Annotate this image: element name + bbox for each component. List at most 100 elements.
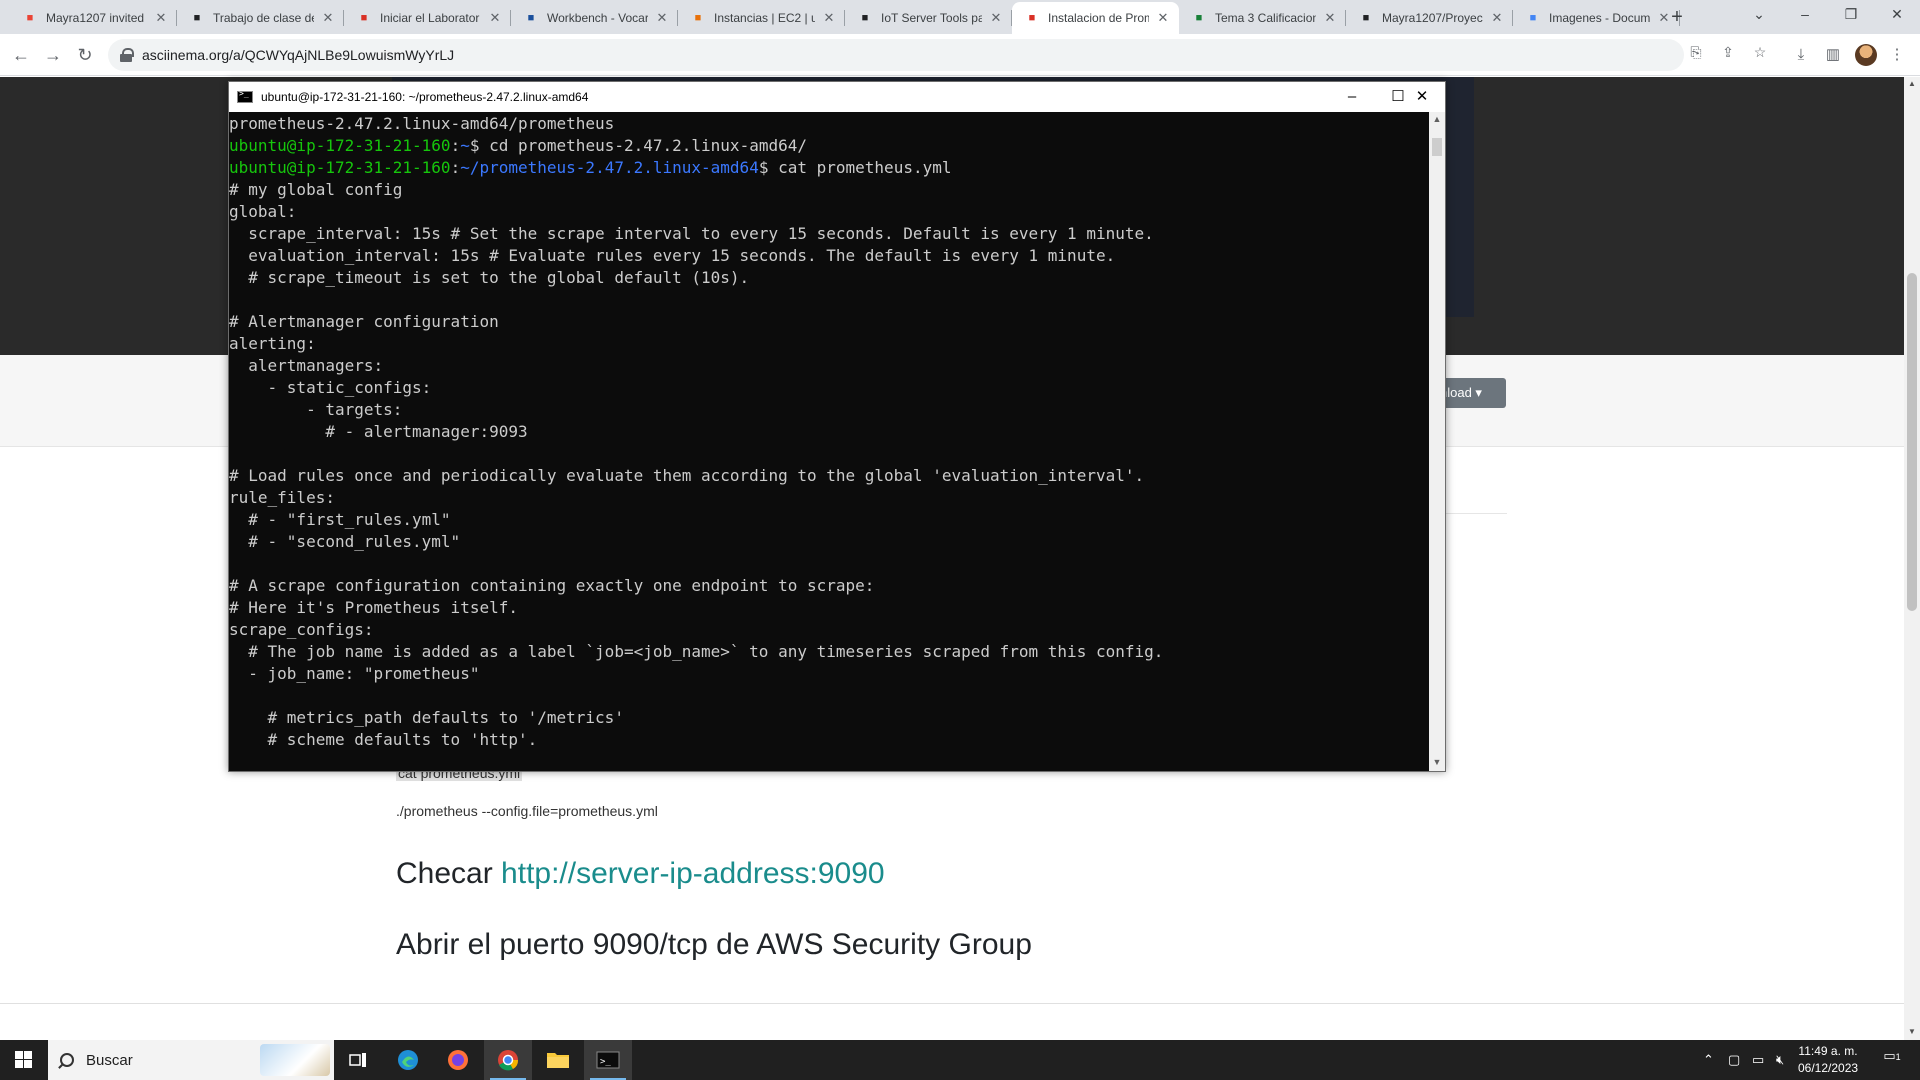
translate-icon[interactable]: ⎘ (1686, 42, 1706, 62)
search-icon (60, 1053, 74, 1067)
tab-close-icon[interactable]: ✕ (988, 10, 1004, 26)
back-icon[interactable]: ← (8, 42, 34, 68)
address-bar[interactable]: asciinema.org/a/QCWYqAjNLBe9LowuismWyYrL… (108, 39, 1684, 71)
terminal-scroll-down-icon[interactable]: ▼ (1429, 757, 1445, 767)
terminal-title: ubuntu@ip-172-31-21-160: ~/prometheus-2.… (261, 90, 589, 104)
terminal-line: # - "second_rules.yml" (229, 532, 461, 551)
share-icon[interactable]: ⇪ (1718, 42, 1738, 62)
terminal-minimize-button[interactable]: – (1329, 82, 1375, 112)
start-quad-icon (15, 1051, 23, 1059)
side-panel-icon[interactable]: ▥ (1822, 44, 1844, 66)
browser-tab[interactable]: ■ Workbench - Vocar ✕ (511, 2, 678, 34)
terminal-line: ubuntu@ip-172-31-21-160:~$ cd prometheus… (229, 135, 1429, 157)
tab-close-icon[interactable]: ✕ (153, 10, 169, 26)
classroom-icon: ■ (861, 12, 869, 24)
server-link[interactable]: http://server-ip-address:9090 (501, 857, 885, 890)
scroll-up-icon[interactable]: ▲ (1907, 79, 1917, 88)
menu-icon[interactable]: ⋮ (1886, 44, 1908, 66)
bookmark-star-icon[interactable]: ☆ (1750, 42, 1770, 62)
browser-tab[interactable]: ■ Mayra1207/Proyec ✕ (1346, 2, 1513, 34)
forward-icon[interactable]: → (40, 42, 66, 68)
task-view-icon[interactable] (334, 1040, 382, 1080)
restore-button[interactable]: ❐ (1828, 0, 1874, 30)
terminal-line: # - alertmanager:9093 (229, 422, 528, 441)
edge-icon[interactable] (384, 1040, 432, 1080)
terminal-line: # Alertmanager configuration (229, 312, 499, 331)
tab-close-icon[interactable]: ✕ (821, 10, 837, 26)
tab-close-icon[interactable]: ✕ (320, 10, 336, 26)
browser-tab[interactable]: ■ Iniciar el Laborator ✕ (344, 2, 511, 34)
prompt-colon: : (450, 136, 461, 155)
url-text[interactable]: asciinema.org/a/QCWYqAjNLBe9LowuismWyYrL… (142, 47, 454, 63)
chrome-icon[interactable] (484, 1040, 532, 1080)
tab-title[interactable]: Trabajo de clase de (213, 11, 314, 25)
tab-title[interactable]: Workbench - Vocar (547, 11, 648, 25)
profile-avatar[interactable] (1855, 44, 1877, 66)
firefox-icon[interactable] (434, 1040, 482, 1080)
page-scrollbar[interactable]: ▲ ▼ (1904, 77, 1920, 1040)
terminal-scrollbar[interactable]: ▲ ▼ (1429, 112, 1445, 771)
tab-close-icon[interactable]: ✕ (1155, 10, 1171, 26)
browser-tab[interactable]: ■ Tema 3 Calificacion ✕ (1179, 2, 1346, 34)
tab-close-icon[interactable]: ✕ (1322, 10, 1338, 26)
notification-count[interactable]: 1 (1896, 1052, 1901, 1062)
clock-time[interactable]: 11:49 a. m. (1798, 1043, 1858, 1060)
network-icon[interactable]: ▭ (1752, 1040, 1764, 1080)
terminal-scrollbar-thumb[interactable] (1432, 138, 1442, 156)
aws-icon: ■ (694, 12, 702, 24)
browser-tab[interactable]: ■ Trabajo de clase de ✕ (177, 2, 344, 34)
tab-close-icon[interactable]: ✕ (487, 10, 503, 26)
volume-mute-icon[interactable]: 🔇︎ (1776, 1040, 1784, 1080)
tab-title[interactable]: Iniciar el Laborator (380, 11, 481, 25)
tab-title[interactable]: Instalacion de Prom (1048, 11, 1149, 25)
file-explorer-icon[interactable] (534, 1040, 582, 1080)
tab-title[interactable]: Instancias | EC2 | u (714, 11, 815, 25)
terminal-output[interactable]: prometheus-2.47.2.linux-amd64/prometheus… (229, 112, 1429, 771)
windows-start-icon[interactable] (0, 1040, 48, 1080)
lock-icon[interactable] (120, 48, 134, 62)
tab-title[interactable]: Imagenes - Docum (1549, 11, 1650, 25)
terminal-scroll-up-icon[interactable]: ▲ (1429, 114, 1445, 124)
minimize-button[interactable]: – (1782, 0, 1828, 30)
clock-date[interactable]: 06/12/2023 (1798, 1060, 1858, 1077)
scroll-down-icon[interactable]: ▼ (1907, 1027, 1917, 1036)
checar-prefix: Checar (396, 857, 502, 890)
download-icon[interactable]: ⤓ (1790, 44, 1812, 66)
system-clock[interactable]: 11:49 a. m. 06/12/2023 (1798, 1043, 1858, 1077)
terminal-window[interactable]: ubuntu@ip-172-31-21-160: ~/prometheus-2.… (228, 81, 1446, 772)
tab-search-icon[interactable]: ⌄ (1736, 0, 1782, 30)
terminal-line: ubuntu@ip-172-31-21-160:~/prometheus-2.4… (229, 157, 1429, 179)
browser-tab[interactable]: ■ Instalacion de Prom ✕ (1012, 2, 1179, 34)
prompt-path: ~ (460, 136, 470, 155)
device-icon[interactable]: ▢ (1728, 1040, 1740, 1080)
tab-title[interactable]: Tema 3 Calificacion (1215, 11, 1316, 25)
close-window-button[interactable]: ✕ (1874, 0, 1920, 30)
browser-tab[interactable]: ■ Mayra1207 invited ✕ (10, 2, 177, 34)
terminal-line: # scrape_timeout is set to the global de… (229, 268, 750, 287)
new-tab-button[interactable]: + (1663, 4, 1691, 32)
page-scrollbar-thumb[interactable] (1907, 273, 1917, 611)
terminal-line: # - "first_rules.yml" (229, 510, 451, 529)
taskbar-search-placeholder[interactable]: Buscar (86, 1052, 133, 1069)
prompt-user: ubuntu@ip-172-31-21-160 (229, 158, 451, 177)
search-highlight-image[interactable] (260, 1044, 330, 1076)
browser-tab[interactable]: ■ Imagenes - Docum ✕ (1513, 2, 1680, 34)
github-icon: ■ (1362, 12, 1370, 24)
reload-icon[interactable]: ↻ (72, 42, 98, 68)
terminal-close-button[interactable]: ✕ (1399, 82, 1445, 112)
asciinema-icon: ■ (1028, 12, 1036, 24)
tab-title[interactable]: IoT Server Tools pa (881, 11, 982, 25)
terminal-titlebar[interactable]: ubuntu@ip-172-31-21-160: ~/prometheus-2.… (229, 82, 1445, 112)
tab-close-icon[interactable]: ✕ (654, 10, 670, 26)
terminal-taskbar-icon[interactable]: >_ (584, 1040, 632, 1080)
tab-close-icon[interactable]: ✕ (1489, 10, 1505, 26)
browser-tab[interactable]: ■ Instancias | EC2 | u ✕ (678, 2, 845, 34)
browser-tab[interactable]: ■ IoT Server Tools pa ✕ (845, 2, 1012, 34)
command-text: ./prometheus --config.file=prometheus.ym… (396, 803, 658, 819)
tab-title[interactable]: Mayra1207 invited (46, 11, 147, 25)
notification-icon[interactable]: ▭1 (1880, 1048, 1904, 1072)
tray-chevron-icon[interactable]: ⌃ (1703, 1040, 1714, 1080)
tab-title[interactable]: Mayra1207/Proyec (1382, 11, 1483, 25)
terminal-line: global: (229, 202, 297, 221)
